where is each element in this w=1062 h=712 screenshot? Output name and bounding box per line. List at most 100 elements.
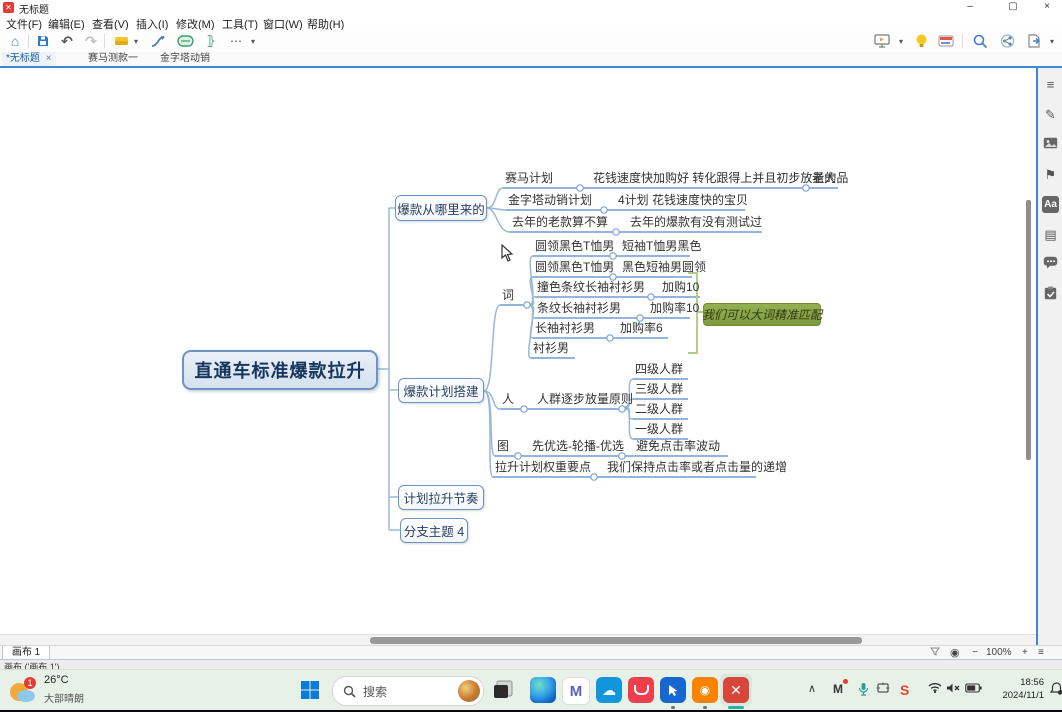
cloud-drive-icon[interactable]: ☁: [596, 677, 622, 703]
more-dropdown-icon[interactable]: ▾: [248, 32, 258, 50]
mindmaster-icon[interactable]: M: [562, 677, 590, 705]
zoom-fit-button[interactable]: ≡: [1038, 647, 1044, 659]
word-row1-a[interactable]: 圆领黑色T恤男: [535, 239, 614, 256]
people-level-1[interactable]: 一级人群: [635, 422, 683, 439]
search-icon[interactable]: [970, 32, 990, 50]
tab-close-icon[interactable]: ×: [46, 53, 52, 64]
weather-widget[interactable]: 1 26°C 大部晴朗: [6, 674, 126, 708]
topic-people-principle[interactable]: 人群逐步放量原则: [537, 392, 633, 409]
branch-plan-rhythm[interactable]: 计划拉升节奏: [398, 485, 484, 510]
clipart-icon[interactable]: [1042, 136, 1059, 153]
topic-weight-detail[interactable]: 我们保持点击率或者点击量的递增: [607, 460, 787, 477]
horizontal-scrollbar[interactable]: [370, 637, 862, 644]
pointer-app-icon[interactable]: [660, 677, 686, 703]
topic-picture-avoid[interactable]: 避免点击率波动: [636, 439, 720, 456]
word-row5-a[interactable]: 长袖衬衫男: [535, 321, 595, 338]
word-row3-b[interactable]: 加购10: [662, 280, 699, 297]
tray-volume-muted-icon[interactable]: [946, 682, 961, 697]
marker-flag-icon[interactable]: ⚑: [1042, 166, 1059, 183]
search-highlight-image[interactable]: [458, 680, 480, 702]
branch-plan-build[interactable]: 爆款计划搭建: [398, 378, 484, 403]
sheet-tab-canvas1[interactable]: 画布 1: [2, 646, 50, 660]
marker-icon[interactable]: [112, 32, 130, 50]
home-icon[interactable]: ⌂: [6, 32, 24, 50]
close-button[interactable]: ×: [1032, 0, 1062, 14]
word-row2-b[interactable]: 黑色短袖男圆领: [622, 260, 706, 277]
tray-clock[interactable]: 18:56 2024/11/1: [1000, 676, 1044, 702]
topic-picture[interactable]: 图: [497, 439, 509, 456]
remote-icon[interactable]: [936, 32, 956, 50]
redo-icon[interactable]: ↷: [82, 32, 100, 50]
share-icon[interactable]: [997, 32, 1017, 50]
tray-bell-icon[interactable]: [1050, 682, 1062, 698]
branch-topic-4[interactable]: 分支主题 4: [400, 518, 468, 543]
people-level-2[interactable]: 二级人群: [635, 402, 683, 419]
xmind-active-slot[interactable]: ✕: [720, 674, 752, 706]
topic-saima-detail[interactable]: 花钱速度快加购好 转化跟得上并且初步放量的品: [593, 171, 848, 188]
start-button[interactable]: [300, 680, 322, 702]
more-tools-icon[interactable]: ⋯: [228, 32, 244, 50]
edge-icon[interactable]: [530, 677, 556, 703]
tray-mindmaster-icon[interactable]: M: [833, 682, 843, 696]
word-row5-b[interactable]: 加购率6: [620, 321, 663, 338]
task-view-icon[interactable]: [492, 679, 516, 703]
topic-weight-points[interactable]: 拉升计划权重要点: [495, 460, 591, 477]
zoom-in-button[interactable]: +: [1022, 647, 1028, 659]
branch-where-hot-items-from[interactable]: 爆款从哪里来的: [395, 195, 487, 221]
maximize-button[interactable]: ▢: [998, 0, 1028, 14]
word-row1-b[interactable]: 短袖T恤男黑色: [622, 239, 701, 256]
word-row4-b[interactable]: 加购率10: [650, 301, 699, 318]
topic-pyramid-plan[interactable]: 金字塔动销计划: [508, 193, 592, 210]
word-row3-a[interactable]: 撞色条纹长袖衬衫男: [537, 280, 645, 297]
topic-lastyear-detail[interactable]: 去年的爆款有没有测试过: [630, 215, 762, 232]
minimize-button[interactable]: –: [955, 0, 985, 14]
red-app-icon[interactable]: [628, 677, 654, 703]
summary-icon[interactable]: ⦄: [202, 32, 220, 50]
presentation-dropdown-icon[interactable]: ▾: [896, 32, 906, 50]
topic-picture-method[interactable]: 先优选-轮播-优选: [532, 439, 624, 456]
people-level-3[interactable]: 三级人群: [635, 382, 683, 399]
orange-app-icon[interactable]: ◉: [692, 677, 718, 703]
tray-battery-icon[interactable]: [965, 682, 982, 696]
marker-dropdown-icon[interactable]: ▾: [131, 32, 141, 50]
lightbulb-icon[interactable]: [912, 32, 930, 50]
theme-font-icon[interactable]: Aa: [1042, 196, 1059, 213]
topic-pyramid-detail[interactable]: 4计划 花钱速度快的宝贝: [618, 193, 748, 210]
taskbar-search[interactable]: 搜索: [332, 676, 484, 706]
mindmap-canvas[interactable]: 直通车标准爆款拉升 爆款从哪里来的 爆款计划搭建 计划拉升节奏 分支主题 4 赛…: [0, 66, 1036, 636]
comments-icon[interactable]: [1042, 256, 1059, 273]
topic-people[interactable]: 人: [502, 392, 514, 409]
central-topic[interactable]: 直通车标准爆款拉升: [182, 350, 378, 390]
summary-topic[interactable]: 我们可以大词精准匹配: [703, 303, 821, 326]
word-row4-a[interactable]: 条纹长袖衬衫男: [537, 301, 621, 318]
undo-icon[interactable]: ↶: [58, 32, 76, 50]
properties-icon[interactable]: ≡: [1042, 76, 1059, 93]
task-info-icon[interactable]: [1042, 286, 1059, 303]
word-row2-a[interactable]: 圆领黑色T恤男: [535, 260, 614, 277]
topic-saima-plan[interactable]: 赛马计划: [505, 171, 553, 188]
tray-sogou-icon[interactable]: S: [900, 682, 909, 698]
tab-jinzita[interactable]: 金字塔动销: [160, 52, 210, 66]
overview-eye-icon[interactable]: ◉: [950, 647, 960, 659]
boundary-icon[interactable]: [175, 32, 195, 50]
tab-untitled[interactable]: *无标题 ×: [2, 52, 56, 66]
topic-laoda[interactable]: 老大: [812, 171, 836, 188]
tray-window-icon[interactable]: [876, 682, 890, 697]
presentation-icon[interactable]: [872, 32, 892, 50]
save-icon[interactable]: [34, 32, 52, 50]
tray-chevron-icon[interactable]: ∧: [808, 682, 816, 695]
brush-icon[interactable]: ✎: [1042, 106, 1059, 123]
vertical-scrollbar[interactable]: [1026, 200, 1031, 460]
topic-word[interactable]: 词: [502, 288, 514, 305]
relationship-icon[interactable]: [148, 32, 168, 50]
zoom-out-button[interactable]: −: [972, 647, 978, 659]
people-level-4[interactable]: 四级人群: [635, 362, 683, 379]
export-icon[interactable]: [1024, 32, 1044, 50]
topic-lastyear-old[interactable]: 去年的老款算不算: [512, 215, 608, 232]
export-dropdown-icon[interactable]: ▾: [1047, 32, 1057, 50]
tray-mic-icon[interactable]: [858, 682, 869, 699]
tab-saima[interactable]: 赛马测款一: [88, 52, 138, 66]
notes-icon[interactable]: ▤: [1042, 226, 1059, 243]
word-row6-a[interactable]: 衬衫男: [533, 341, 569, 358]
tray-wifi-icon[interactable]: [928, 682, 942, 696]
